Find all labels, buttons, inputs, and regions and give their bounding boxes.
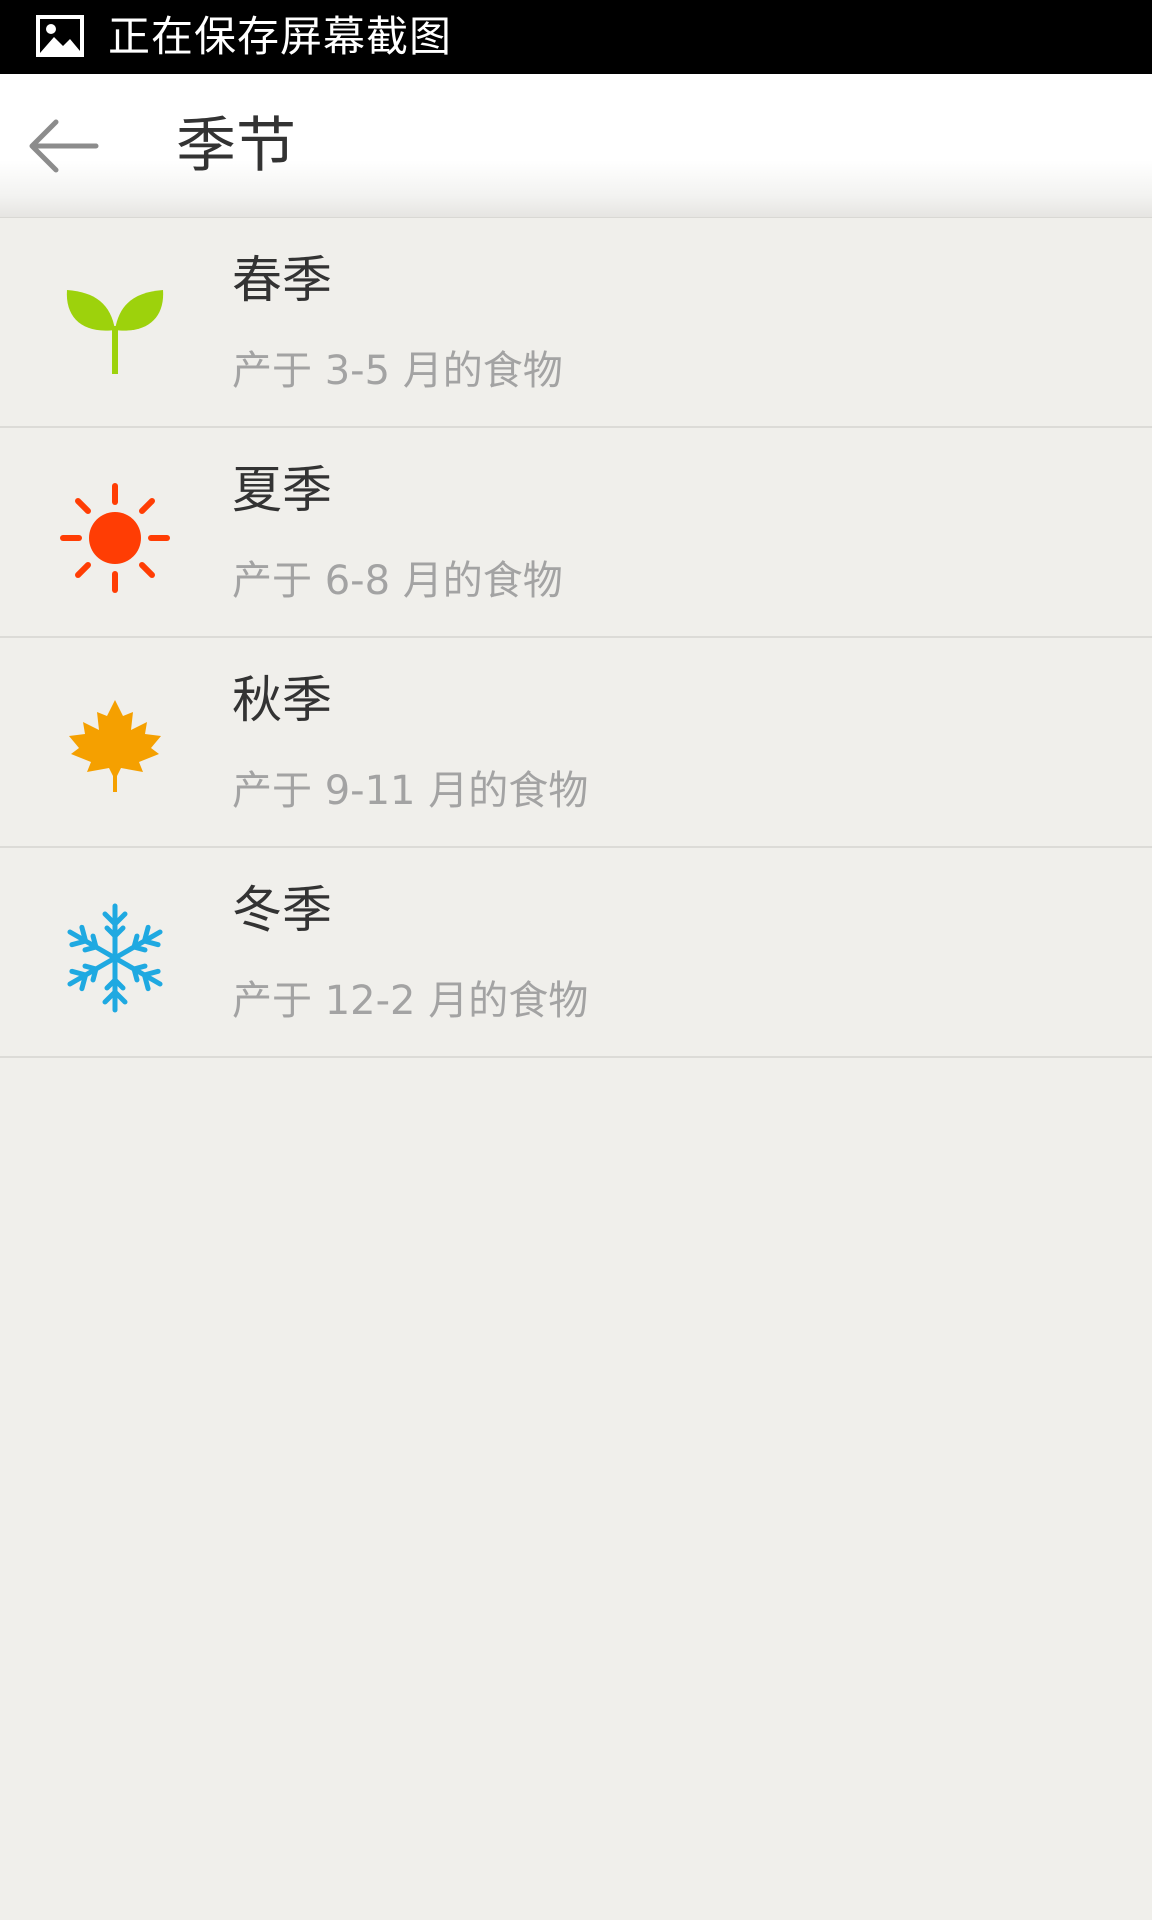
snowflake-icon — [55, 898, 175, 1018]
season-name: 夏季 — [232, 461, 332, 519]
list-item-spring[interactable]: 春季 产于 3-5 月的食物 — [0, 218, 1152, 428]
season-description: 产于 6-8 月的食物 — [232, 558, 563, 604]
sun-icon — [55, 478, 175, 598]
season-name: 秋季 — [232, 671, 332, 729]
app-header: 季节 — [0, 74, 1152, 218]
image-icon — [36, 15, 84, 57]
arrow-left-icon — [22, 119, 108, 186]
season-description: 产于 9-11 月的食物 — [232, 768, 589, 814]
back-button[interactable] — [22, 110, 108, 182]
page-title: 季节 — [176, 111, 296, 181]
status-notification-text: 正在保存屏幕截图 — [108, 12, 453, 61]
season-description: 产于 3-5 月的食物 — [232, 348, 563, 394]
season-name: 春季 — [232, 251, 332, 309]
season-description: 产于 12-2 月的食物 — [232, 978, 589, 1024]
season-name: 冬季 — [232, 881, 332, 939]
sprout-icon — [55, 268, 175, 388]
list-item-autumn[interactable]: 秋季 产于 9-11 月的食物 — [0, 638, 1152, 848]
list-item-winter[interactable]: 冬季 产于 12-2 月的食物 — [0, 848, 1152, 1058]
season-list: 春季 产于 3-5 月的食物 夏季 产于 6-8 月的食物 秋季 产于 9-11… — [0, 218, 1152, 1058]
maple-leaf-icon — [55, 688, 175, 808]
list-item-summer[interactable]: 夏季 产于 6-8 月的食物 — [0, 428, 1152, 638]
status-bar: 正在保存屏幕截图 — [0, 0, 1152, 74]
